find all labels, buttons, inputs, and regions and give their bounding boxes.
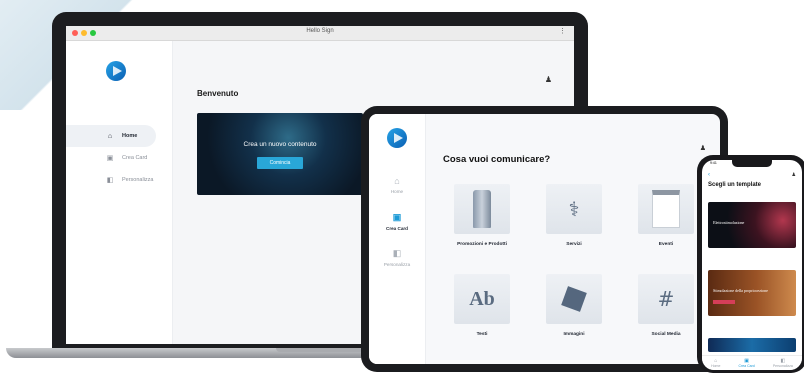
- sidebar-item-label: Crea Card: [386, 226, 408, 231]
- tablet-sidebar: ⌂ Home ▣ Crea Card ◧ Personalizza: [369, 114, 426, 364]
- back-arrow-icon[interactable]: ‹: [708, 172, 710, 178]
- tile-eventi[interactable]: Eventi: [629, 184, 703, 252]
- card-icon: ▣: [106, 155, 114, 162]
- sidebar-item-label: Home: [122, 133, 138, 139]
- template-card[interactable]: Stimolazione della propriocezione: [708, 270, 796, 316]
- sidebar-item-label: Crea Card: [122, 155, 148, 161]
- status-time: 9:41: [710, 161, 717, 165]
- window-titlebar: Hello Sign ⋮: [66, 26, 574, 41]
- tile-label: Testi: [476, 332, 488, 337]
- tile-promozioni-prodotti[interactable]: Promozioni e Prodotti: [445, 184, 519, 252]
- tile-label: Social Media: [651, 332, 681, 337]
- user-icon[interactable]: ♟: [792, 172, 796, 178]
- sidebar-item-label: Personalizza: [383, 262, 411, 267]
- customize-icon: ◧: [106, 177, 114, 184]
- app-logo-icon[interactable]: [387, 128, 407, 148]
- phone-notch: [732, 160, 772, 167]
- user-icon[interactable]: ♟: [545, 75, 552, 84]
- phone-screen: 9:41 ‹ ♟ Scegli un template Elettrostimo…: [702, 160, 802, 370]
- stethoscope-icon: ⚕: [546, 184, 602, 234]
- tile-label: Eventi: [658, 242, 674, 247]
- tabbar-label: Home: [711, 364, 721, 368]
- start-button[interactable]: Comincia: [257, 157, 303, 169]
- tile-social-media[interactable]: # Social Media: [629, 274, 703, 342]
- hero-title: Crea un nuovo contenuto: [243, 141, 317, 148]
- sidebar-item-label: Home: [390, 189, 404, 194]
- sidebar-item-personalizza[interactable]: ◧ Personalizza: [66, 169, 172, 191]
- tabbar-label: Personalizza: [772, 364, 793, 368]
- tile-servizi[interactable]: ⚕ Servizi: [537, 184, 611, 252]
- phone-device: 9:41 ‹ ♟ Scegli un template Elettrostimo…: [697, 155, 804, 373]
- tube-icon: [454, 184, 510, 234]
- image-icon: [546, 274, 602, 324]
- sidebar-item-label: Personalizza: [122, 177, 154, 183]
- user-icon[interactable]: ♟: [700, 144, 706, 152]
- tile-testi[interactable]: Ab Testi: [445, 274, 519, 342]
- more-options-icon[interactable]: ⋮: [559, 27, 566, 35]
- customize-icon: ◧: [392, 248, 402, 258]
- template-title: Elettrostimolazione: [713, 220, 745, 225]
- tablet-sidebar-item-personalizza[interactable]: ◧ Personalizza: [369, 248, 425, 284]
- text-icon: Ab: [454, 274, 510, 324]
- tabbar-item-crea-card[interactable]: ▣ Crea Card: [739, 358, 755, 368]
- tile-immagini[interactable]: Immagini: [537, 274, 611, 342]
- calendar-icon: [638, 184, 694, 234]
- window-title: Hello Sign: [306, 28, 334, 34]
- sidebar-item-crea-card[interactable]: ▣ Crea Card: [66, 147, 172, 169]
- page-title: Benvenuto: [197, 89, 239, 98]
- laptop-notch: [276, 348, 364, 352]
- tabbar-label: Crea Card: [738, 364, 755, 368]
- tablet-sidebar-item-home[interactable]: ⌂ Home: [369, 176, 425, 212]
- template-card[interactable]: Elettrostimolazione: [708, 202, 796, 248]
- sidebar-item-home[interactable]: ⌂ Home: [66, 125, 156, 147]
- page-title: Cosa vuoi comunicare?: [443, 154, 551, 165]
- tablet-device: ⌂ Home ▣ Crea Card ◧ Personalizza ♟ Cosa…: [361, 106, 728, 372]
- app-logo-icon[interactable]: [106, 61, 126, 81]
- tile-label: Promozioni e Prodotti: [457, 242, 507, 247]
- card-icon: ▣: [392, 212, 402, 222]
- sidebar-nav: ⌂ Home ▣ Crea Card ◧ Personalizza: [66, 125, 172, 191]
- template-badge: [713, 300, 735, 304]
- hashtag-icon: #: [638, 274, 694, 324]
- new-content-card: Crea un nuovo contenuto Comincia: [197, 113, 363, 195]
- home-icon: ⌂: [107, 132, 113, 140]
- tablet-sidebar-item-crea-card[interactable]: ▣ Crea Card: [369, 212, 425, 248]
- tablet-screen: ⌂ Home ▣ Crea Card ◧ Personalizza ♟ Cosa…: [369, 114, 720, 364]
- tile-label: Immagini: [563, 332, 585, 337]
- bottom-tabbar: ⌂ Home ▣ Crea Card ◧ Personalizza: [702, 355, 802, 370]
- tablet-sidebar-nav: ⌂ Home ▣ Crea Card ◧ Personalizza: [369, 176, 425, 284]
- sidebar: ⌂ Home ▣ Crea Card ◧ Personalizza: [66, 41, 173, 344]
- page-title: Scegli un template: [708, 182, 762, 188]
- tabbar-item-personalizza[interactable]: ◧ Personalizza: [773, 358, 793, 368]
- tabbar-item-home[interactable]: ⌂ Home: [711, 358, 720, 368]
- template-title: Stimolazione della propriocezione: [713, 288, 768, 293]
- home-icon: ⌂: [394, 176, 400, 186]
- tile-label: Servizi: [566, 242, 582, 247]
- template-card[interactable]: [708, 338, 796, 352]
